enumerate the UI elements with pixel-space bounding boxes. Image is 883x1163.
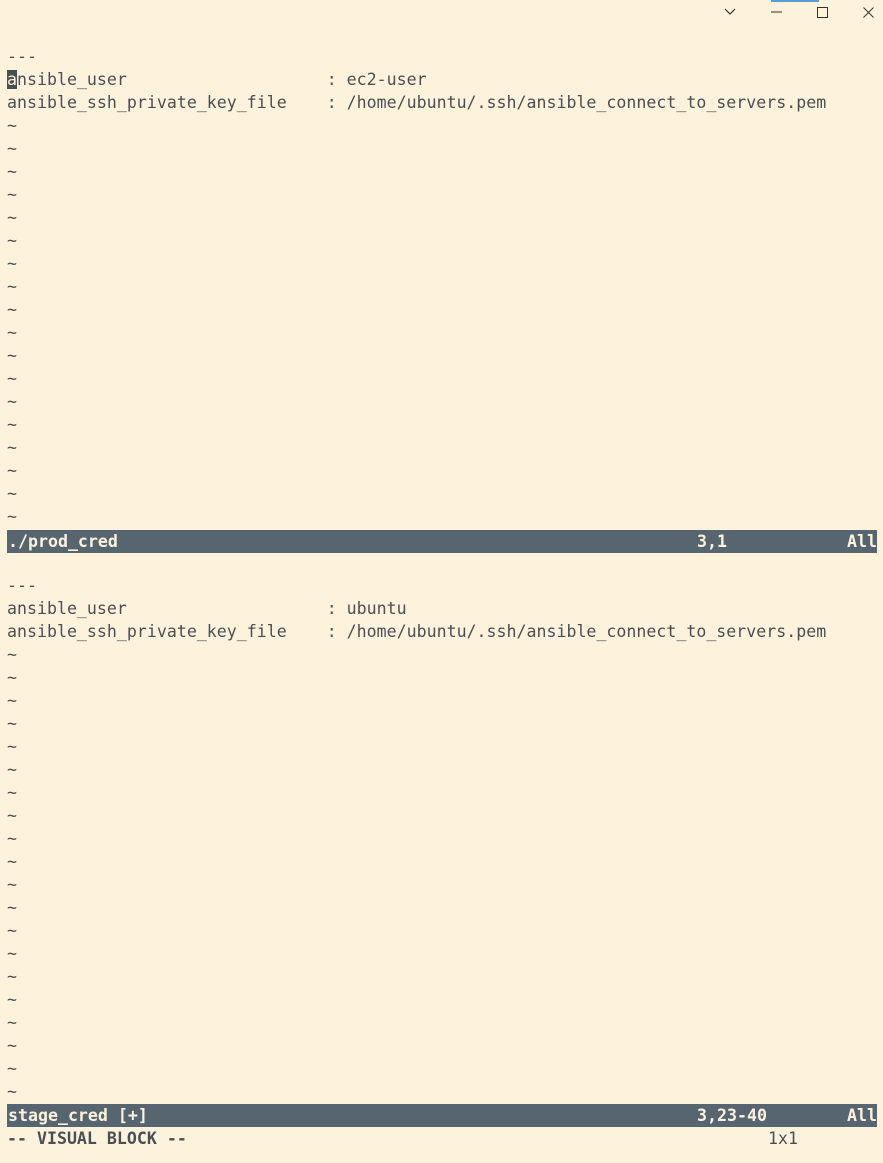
empty-line-tilde: ~ bbox=[7, 392, 17, 411]
selection-size: 1x1 bbox=[768, 1129, 798, 1148]
empty-line-tilde: ~ bbox=[7, 231, 17, 250]
empty-line-tilde: ~ bbox=[7, 875, 17, 894]
status-filename: ./prod_cred bbox=[8, 532, 118, 551]
close-button[interactable] bbox=[845, 0, 883, 24]
empty-line-tilde: ~ bbox=[7, 944, 17, 963]
empty-line-tilde: ~ bbox=[7, 783, 17, 802]
status-cursor-position: 3,23-40 bbox=[697, 1106, 767, 1125]
minimize-button[interactable] bbox=[753, 0, 799, 24]
status-scroll-indicator: All bbox=[847, 1106, 877, 1125]
empty-line-tilde: ~ bbox=[7, 277, 17, 296]
empty-line-tilde: ~ bbox=[7, 714, 17, 733]
empty-line-tilde: ~ bbox=[7, 369, 17, 388]
empty-line-tilde: ~ bbox=[7, 300, 17, 319]
empty-line-tilde: ~ bbox=[7, 507, 17, 526]
empty-line-markers: ~ ~ ~ ~ ~ ~ ~ ~ ~ ~ ~ ~ ~ ~ ~ ~ ~ ~ bbox=[7, 114, 877, 528]
mode-indicator: -- VISUAL BLOCK -- bbox=[7, 1129, 187, 1148]
empty-line-tilde: ~ bbox=[7, 116, 17, 135]
buffer-line[interactable]: ansible_user : ec2-user bbox=[7, 68, 877, 91]
chevron-down-icon[interactable] bbox=[707, 0, 753, 24]
status-cursor-position: 3,1 bbox=[697, 532, 727, 551]
buffer-line[interactable]: ansible_ssh_private_key_file : /home/ubu… bbox=[7, 91, 877, 114]
buffer-line[interactable]: --- bbox=[7, 574, 877, 597]
buffer-line-text: nsible_user : ec2-user bbox=[17, 70, 427, 89]
empty-line-tilde: ~ bbox=[7, 162, 17, 181]
empty-line-tilde: ~ bbox=[7, 208, 17, 227]
empty-line-tilde: ~ bbox=[7, 461, 17, 480]
empty-line-tilde: ~ bbox=[7, 323, 17, 342]
empty-line-tilde: ~ bbox=[7, 415, 17, 434]
bottom-status-bar[interactable]: stage_cred [+] 3,23-40 All bbox=[7, 1104, 877, 1127]
empty-line-tilde: ~ bbox=[7, 1059, 17, 1078]
empty-line-tilde: ~ bbox=[7, 967, 17, 986]
maximize-button[interactable] bbox=[799, 0, 845, 24]
empty-line-tilde: ~ bbox=[7, 346, 17, 365]
empty-line-tilde: ~ bbox=[7, 484, 17, 503]
empty-line-markers: ~ ~ ~ ~ ~ ~ ~ ~ ~ ~ ~ ~ ~ ~ ~ ~ ~ ~ ~ ~ bbox=[7, 643, 877, 1103]
empty-line-tilde: ~ bbox=[7, 645, 17, 664]
text-cursor: a bbox=[7, 70, 17, 89]
empty-line-tilde: ~ bbox=[7, 438, 17, 457]
empty-line-tilde: ~ bbox=[7, 990, 17, 1009]
mode-line: -- VISUAL BLOCK -- 1x1 bbox=[7, 1127, 877, 1150]
empty-line-tilde: ~ bbox=[7, 254, 17, 273]
empty-line-tilde: ~ bbox=[7, 829, 17, 848]
window-titlebar bbox=[0, 0, 883, 24]
empty-line-tilde: ~ bbox=[7, 737, 17, 756]
top-status-bar[interactable]: ./prod_cred 3,1 All bbox=[7, 530, 877, 553]
buffer-line[interactable]: ansible_user : ubuntu bbox=[7, 597, 877, 620]
empty-line-tilde: ~ bbox=[7, 1013, 17, 1032]
top-editor-pane[interactable]: --- ansible_user : ec2-user ansible_ssh_… bbox=[7, 45, 877, 528]
empty-line-tilde: ~ bbox=[7, 691, 17, 710]
empty-line-tilde: ~ bbox=[7, 760, 17, 779]
bottom-editor-pane[interactable]: --- ansible_user : ubuntu ansible_ssh_pr… bbox=[7, 574, 877, 1103]
status-scroll-indicator: All bbox=[847, 532, 877, 551]
empty-line-tilde: ~ bbox=[7, 1082, 17, 1101]
empty-line-tilde: ~ bbox=[7, 921, 17, 940]
status-filename: stage_cred [+] bbox=[8, 1106, 148, 1125]
buffer-line[interactable]: ansible_ssh_private_key_file : /home/ubu… bbox=[7, 620, 877, 643]
empty-line-tilde: ~ bbox=[7, 806, 17, 825]
empty-line-tilde: ~ bbox=[7, 852, 17, 871]
empty-line-tilde: ~ bbox=[7, 1036, 17, 1055]
buffer-line[interactable]: --- bbox=[7, 45, 877, 68]
empty-line-tilde: ~ bbox=[7, 185, 17, 204]
empty-line-tilde: ~ bbox=[7, 898, 17, 917]
empty-line-tilde: ~ bbox=[7, 139, 17, 158]
empty-line-tilde: ~ bbox=[7, 668, 17, 687]
